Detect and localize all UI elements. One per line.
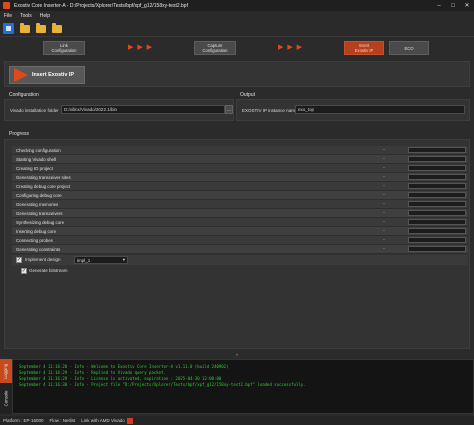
- progress-bar: [408, 147, 466, 153]
- progress-bar: [408, 192, 466, 198]
- instance-name-label: EXOSTIV IP instance name: [242, 108, 298, 113]
- tab-console[interactable]: Console: [0, 385, 12, 411]
- menu-tools[interactable]: Tools: [20, 13, 32, 19]
- vivado-folder-label: Vivado installation folder: [10, 108, 59, 113]
- configuration-panel: Vivado installation folder D:/xilinx/Viv…: [4, 99, 234, 121]
- close-icon[interactable]: ✕: [460, 0, 474, 11]
- vivado-folder-input[interactable]: D:/xilinx/Vivado/2022.1/bin: [61, 105, 225, 114]
- progress-bar: [408, 165, 466, 171]
- progress-bar: [408, 156, 466, 162]
- implement-design-checkbox[interactable]: ✓: [16, 257, 22, 263]
- progress-bar: [408, 210, 466, 216]
- implement-design-row: ✓ Implement design impl_1 ▾: [12, 255, 468, 265]
- menu-file[interactable]: File: [4, 13, 12, 19]
- chevron-down-icon: ▾: [122, 257, 125, 262]
- progress-bar: [408, 246, 466, 252]
- splitter-handle[interactable]: ▾: [232, 353, 242, 357]
- implementation-run-select[interactable]: impl_1 ▾: [74, 256, 128, 264]
- app-logo-icon: [3, 2, 10, 9]
- configuration-section-label: Configuration: [9, 92, 39, 98]
- output-panel: EXOSTIV IP instance name exo_top: [236, 99, 470, 121]
- progress-bar: [408, 237, 466, 243]
- progress-step-row: Configuring debug core -: [12, 191, 468, 200]
- step-capture-configuration-button[interactable]: Capture Configuration: [194, 41, 236, 55]
- progress-step-row: Generating transceiver sites -: [12, 173, 468, 182]
- workflow-bar: Link Configuration ▶ ▶ ▶ Capture Configura…: [0, 38, 474, 58]
- title-bar: Exostiv Core Inserter-A - D:/Projects/Xp…: [0, 0, 474, 11]
- step-insert-exostiv-ip-button[interactable]: Insert Exostiv IP: [344, 41, 384, 55]
- progress-step-row: Synthesizing debug core -: [12, 218, 468, 227]
- progress-step-row: Starting Vivado shell -: [12, 155, 468, 164]
- vivado-link-status: Link with AMD Vivado: [81, 418, 125, 423]
- new-project-folder-icon[interactable]: [19, 22, 30, 34]
- maximize-icon[interactable]: □: [446, 0, 460, 11]
- progress-step-row: Creating IO project -: [12, 164, 468, 173]
- progress-step-row: Checking configuration -: [12, 146, 468, 155]
- save-project-folder-icon[interactable]: [51, 22, 62, 34]
- vivado-link-indicator-icon: [126, 417, 133, 424]
- platform-status: Platform : EP-16000: [3, 418, 44, 423]
- browse-button[interactable]: ...: [225, 105, 233, 114]
- minimize-icon[interactable]: –: [432, 0, 446, 11]
- progress-step-row: Creating debug core project -: [12, 182, 468, 191]
- instance-name-input[interactable]: exo_top: [295, 105, 465, 114]
- menu-help[interactable]: Help: [40, 13, 50, 19]
- window-controls: – □ ✕: [432, 0, 474, 11]
- play-arrow-icon: [14, 68, 28, 82]
- output-section-label: Output: [240, 92, 256, 98]
- console-tab-strip: Logging Console: [0, 359, 12, 414]
- progress-panel: Checking configuration - Starting Vivado …: [4, 139, 470, 349]
- console-log: September 4 11:16:28 - Info - Welcome to…: [12, 359, 474, 414]
- progress-step-row: Connecting probes -: [12, 236, 468, 245]
- generate-bitstream-label: Generate bitstream: [29, 268, 68, 273]
- implement-design-label: Implement design: [25, 257, 61, 262]
- workflow-arrow-icon: ▶ ▶ ▶: [278, 44, 304, 51]
- progress-section-label: Progress: [9, 131, 30, 137]
- workflow-arrow-icon: ▶ ▶ ▶: [128, 44, 154, 51]
- progress-step-row: Inserting debug core -: [12, 227, 468, 236]
- progress-step-row: Generating constraints -: [12, 245, 468, 254]
- page-title: Insert Exostiv IP: [32, 72, 74, 78]
- status-bar: Platform : EP-16000 Flow : Netlist Link …: [0, 416, 474, 425]
- progress-bar: [408, 201, 466, 207]
- progress-bar: [408, 228, 466, 234]
- open-project-folder-icon[interactable]: [35, 22, 46, 34]
- step-eco-button[interactable]: ECO: [389, 41, 429, 55]
- log-line: September 4 11:16:30 - Info - Project fi…: [19, 382, 306, 387]
- progress-bar: [408, 174, 466, 180]
- flow-status: Flow : Netlist: [49, 418, 76, 423]
- progress-bar: [408, 183, 466, 189]
- insert-exostiv-ip-banner: Insert Exostiv IP: [9, 66, 85, 84]
- menu-bar: File Tools Help: [0, 11, 474, 21]
- generate-bitstream-row: ✓ Generate bitstream: [12, 266, 468, 275]
- progress-bar: [408, 219, 466, 225]
- window-title: Exostiv Core Inserter-A - D:/Projects/Xp…: [14, 2, 188, 9]
- step-link-configuration-button[interactable]: Link Configuration: [43, 41, 85, 55]
- generate-bitstream-checkbox[interactable]: ✓: [21, 268, 27, 274]
- app-home-icon[interactable]: [3, 23, 14, 34]
- toolbar: [0, 21, 474, 37]
- progress-step-row: Generating transceivers -: [12, 209, 468, 218]
- tab-logging[interactable]: Logging: [0, 359, 12, 383]
- progress-step-row: Generating memories -: [12, 200, 468, 209]
- header-panel: Insert Exostiv IP: [4, 61, 470, 87]
